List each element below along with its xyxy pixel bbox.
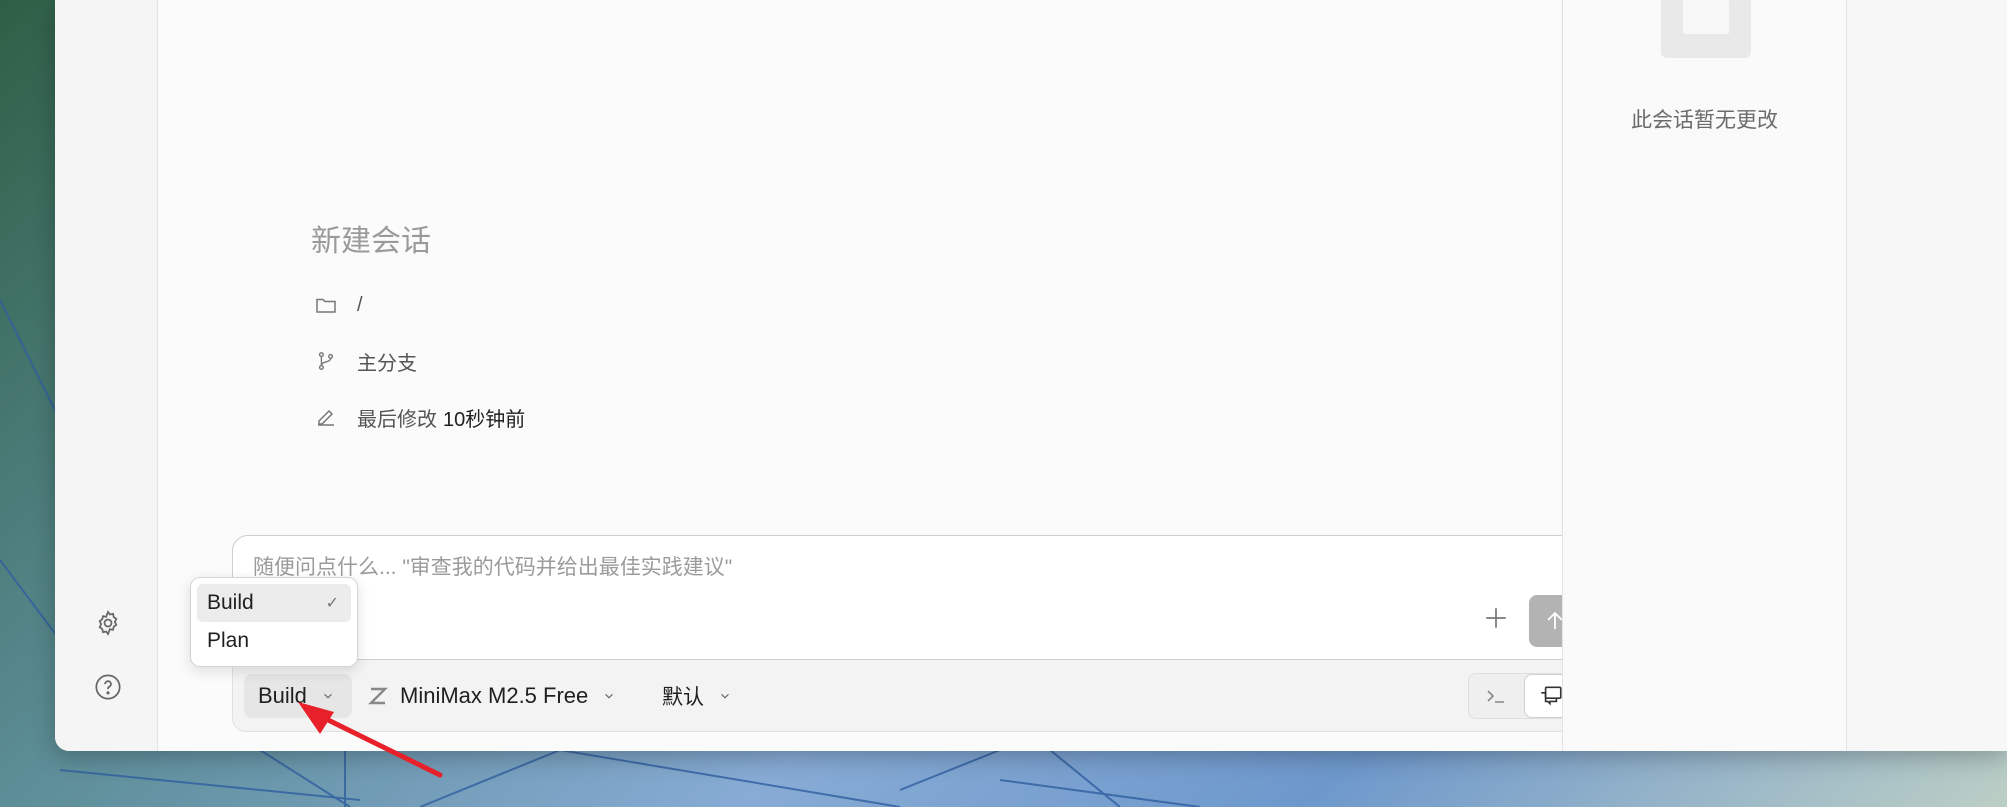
terminal-mode-button[interactable] — [1469, 674, 1523, 718]
modified-value: 10秒钟前 — [443, 408, 526, 431]
session-modified-row: 最后修改 10秒钟前 — [311, 402, 525, 432]
empty-state-illustration — [1661, 0, 1751, 58]
session-branch: 主分支 — [357, 352, 417, 375]
no-changes-text: 此会话暂无更改 — [1631, 109, 1778, 132]
composer — [232, 535, 1592, 660]
check-icon: ✓ — [325, 595, 339, 612]
changes-panel: 此会话暂无更改 — [1562, 0, 1847, 751]
git-branch-icon — [311, 346, 341, 376]
help-button[interactable] — [88, 667, 128, 707]
gear-icon — [98, 610, 118, 636]
settings-button[interactable] — [88, 603, 128, 643]
add-attachment-button[interactable] — [1478, 600, 1514, 636]
agent-menu-item-build[interactable]: Build ✓ — [197, 584, 351, 622]
chevron-down-icon — [602, 689, 616, 703]
terminal-icon — [1487, 690, 1504, 703]
help-icon — [95, 674, 121, 700]
plus-icon — [1486, 608, 1506, 628]
main-panel: 新建会话 / 主分支 最后修改 10秒钟前 随便问点什么... "审查我的代码并… — [159, 0, 1592, 751]
variant-selector-label: 默认 — [662, 686, 704, 709]
chat-windows-icon — [1541, 686, 1562, 706]
agent-menu: Build ✓ Plan — [190, 577, 358, 667]
agent-menu-item-plan[interactable]: Plan — [197, 622, 351, 660]
left-rail — [55, 0, 158, 751]
variant-selector[interactable]: 默认 — [662, 674, 732, 718]
session-title: 新建会话 — [311, 225, 431, 258]
folder-icon — [311, 290, 341, 320]
pencil-icon — [311, 402, 341, 432]
modified-label: 最后修改 — [357, 408, 437, 431]
prompt-input[interactable] — [253, 556, 1353, 580]
menu-item-label: Build — [207, 591, 254, 614]
session-directory-row: / — [311, 290, 363, 320]
session-branch-row: 主分支 — [311, 346, 417, 376]
menu-item-label: Plan — [207, 629, 250, 652]
chevron-down-icon — [718, 689, 732, 703]
session-directory: / — [357, 293, 363, 316]
annotation-arrow — [298, 702, 443, 778]
